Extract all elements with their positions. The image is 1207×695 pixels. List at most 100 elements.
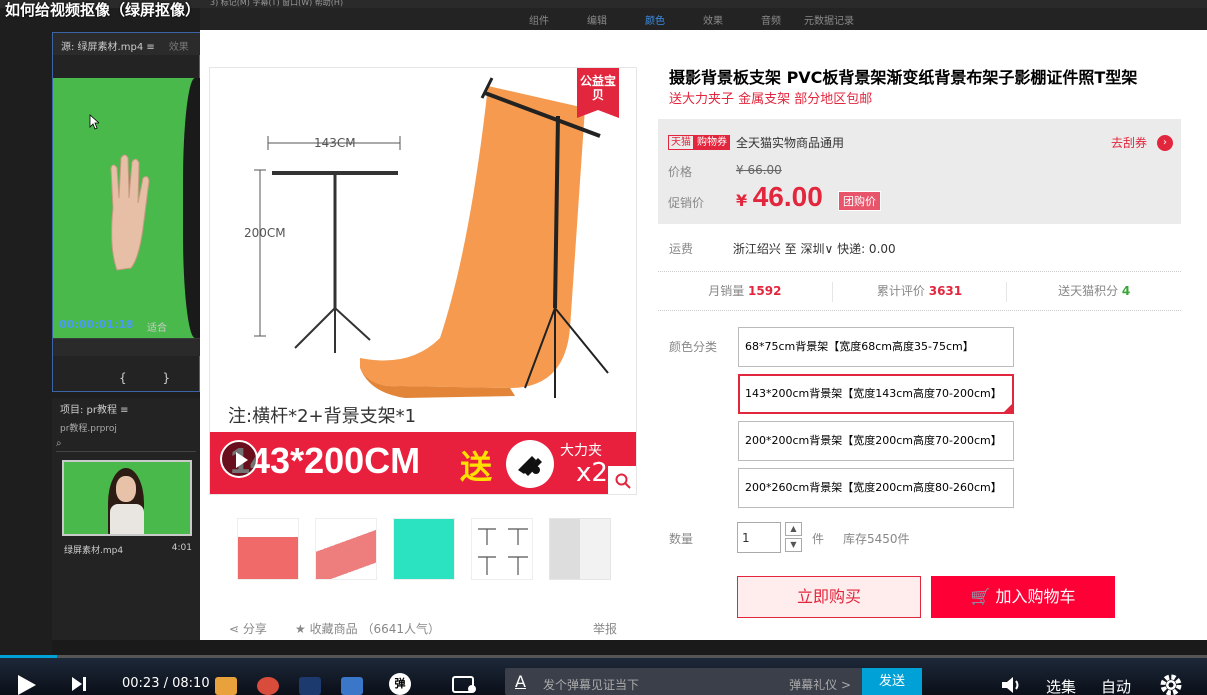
monthly-sales: 月销量 1592 bbox=[658, 282, 832, 302]
danmaku-etiquette-link[interactable]: 弹幕礼仪 > bbox=[789, 676, 851, 693]
reviews[interactable]: 累计评价 3631 bbox=[831, 282, 1007, 302]
thumbnail-2[interactable] bbox=[315, 518, 377, 580]
thumbnail-3[interactable] bbox=[393, 518, 455, 580]
tab-effects[interactable]: 效果 bbox=[684, 12, 742, 27]
project-tab[interactable]: 项目: pr教程 ≡ bbox=[52, 398, 200, 419]
photoshop-icon[interactable] bbox=[299, 677, 321, 695]
danmaku-input[interactable]: A 发个弹幕见证当下 弹幕礼仪 > bbox=[505, 668, 863, 695]
product-subtitle: 送大力夹子 金属支架 部分地区包邮 bbox=[669, 92, 873, 107]
banner-qty: x2 bbox=[576, 458, 608, 488]
coupon-row: 天猫 购物券 全天猫实物商品通用 bbox=[668, 134, 844, 151]
promo-price-value: 46.00 bbox=[752, 181, 823, 212]
product-note: 注:横杆*2+背景支架*1 bbox=[228, 406, 417, 427]
source-monitor: 源: 绿屏素材.mp4 ≡ 效果 00:00:01:18 适合 { } {← bbox=[52, 32, 240, 392]
danmaku-settings-icon[interactable] bbox=[452, 675, 478, 695]
gear-icon[interactable] bbox=[1158, 672, 1184, 695]
source-fit-select[interactable]: 适合 bbox=[147, 319, 167, 334]
report-link[interactable]: 举报 bbox=[593, 620, 617, 637]
duration: 08:10 bbox=[172, 676, 210, 691]
charity-badge-label: 公益宝贝 bbox=[579, 74, 616, 102]
promo-currency: ¥ bbox=[736, 191, 748, 210]
add-to-cart-button[interactable]: 🛒 加入购物车 bbox=[931, 576, 1115, 618]
original-price: ¥ 66.00 bbox=[736, 163, 782, 177]
banner-size: 143*200CM bbox=[230, 440, 421, 481]
cart-icon: 🛒 bbox=[970, 587, 991, 606]
send-button[interactable]: 发送 bbox=[862, 668, 922, 695]
volume-icon[interactable] bbox=[1000, 675, 1022, 695]
buy-now-button[interactable]: 立即购买 bbox=[737, 576, 921, 618]
hair-graphic bbox=[183, 78, 201, 338]
sku-option[interactable]: 200*260cm背景架【宽度200cm高度80-260cm】 bbox=[738, 468, 1014, 508]
stand-illustration bbox=[254, 77, 609, 398]
get-coupon-link[interactable]: 去刮券 › bbox=[1111, 134, 1173, 151]
thumbnail-strip bbox=[237, 518, 611, 580]
effects-tab-label[interactable]: 效果 bbox=[169, 42, 189, 53]
points-value: 4 bbox=[1121, 284, 1131, 298]
sku-option[interactable]: 200*200cm背景架【宽度200cm高度70-200cm】 bbox=[738, 421, 1014, 461]
product-main-image[interactable]: 公益宝贝 143CM 200CM 注:横杆*2+背景支架*1 143*200CM… bbox=[209, 67, 637, 495]
reviews-label: 累计评价 bbox=[876, 284, 925, 298]
tab-audio[interactable]: 音频 bbox=[742, 12, 800, 27]
video-progress-bar[interactable] bbox=[0, 655, 1207, 658]
price-box: 天猫 购物券 全天猫实物商品通用 去刮券 › 价格 ¥ 66.00 促销价 ¥ … bbox=[658, 119, 1181, 224]
charity-badge: 公益宝贝 bbox=[577, 68, 619, 118]
thumbnail-4[interactable] bbox=[471, 518, 533, 580]
source-tab-label: 源: 绿屏素材.mp4 ≡ bbox=[61, 42, 155, 53]
source-time-ruler[interactable] bbox=[53, 338, 201, 356]
divider bbox=[658, 271, 1181, 272]
height-dimension: 200CM bbox=[244, 226, 286, 240]
promo-label: 促销价 bbox=[668, 196, 705, 210]
project-panel: 项目: pr教程 ≡ pr教程.prproj ⌕ 绿屏素材.mp4 4:01 bbox=[52, 398, 200, 653]
share-label: 分享 bbox=[242, 622, 267, 636]
project-search[interactable]: ⌕ bbox=[56, 438, 196, 452]
monthly-sales-value: 1592 bbox=[748, 284, 782, 298]
stand-grid-graphic bbox=[478, 528, 528, 575]
danmaku-toggle-button[interactable]: 弹 bbox=[389, 673, 411, 695]
screen: 3) 标记(M) 字幕(T) 窗口(W) 帮助(H) 组件 编辑 颜色 效果 音… bbox=[0, 0, 1207, 695]
tab-metadata[interactable]: 元数据记录 bbox=[800, 12, 858, 27]
window-icon[interactable] bbox=[341, 677, 363, 695]
banner-send: 送 bbox=[460, 448, 493, 486]
cursor-icon bbox=[89, 114, 99, 130]
video-play-icon[interactable] bbox=[220, 440, 258, 478]
sku-option-selected[interactable]: 143*200cm背景架【宽度143cm高度70-200cm】 bbox=[738, 374, 1014, 414]
source-timecode[interactable]: 00:00:01:18 bbox=[59, 318, 133, 331]
shipping-row: 运费 浙江绍兴 至 深圳∨ 快递: 0.00 bbox=[669, 240, 896, 257]
clip-thumbnail[interactable] bbox=[62, 460, 192, 536]
clip-duration: 4:01 bbox=[171, 543, 192, 553]
color-label: 颜色分类 bbox=[669, 340, 718, 354]
favorite-label: 收藏商品 bbox=[309, 622, 358, 636]
divider bbox=[658, 310, 1181, 311]
zoom-icon[interactable] bbox=[608, 466, 636, 494]
points-label: 送天猫积分 bbox=[1058, 284, 1119, 298]
project-file: pr教程.prproj bbox=[60, 424, 117, 434]
quantity-input[interactable]: 1 bbox=[737, 522, 781, 553]
qty-increase-button[interactable]: ▲ bbox=[785, 522, 802, 536]
source-tab[interactable]: 源: 绿屏素材.mp4 ≡ 效果 bbox=[53, 33, 201, 55]
search-icon: ⌕ bbox=[56, 438, 62, 449]
qty-decrease-button[interactable]: ▼ bbox=[785, 538, 802, 552]
share-link[interactable]: ⋖ 分享 bbox=[229, 620, 267, 637]
tab-components[interactable]: 组件 bbox=[510, 12, 568, 27]
next-icon[interactable] bbox=[70, 675, 88, 693]
person-body-graphic bbox=[110, 504, 144, 534]
hand-graphic bbox=[110, 154, 150, 271]
tab-edit[interactable]: 编辑 bbox=[568, 12, 626, 27]
qty-label: 数量 bbox=[669, 532, 694, 546]
video-progress-fill bbox=[0, 655, 57, 658]
sku-option[interactable]: 68*75cm背景架【宽度68cm高度35-75cm】 bbox=[738, 327, 1014, 367]
favorite-link[interactable]: ★ 收藏商品 （6641人气） bbox=[295, 620, 440, 637]
thumbnail-1[interactable] bbox=[237, 518, 299, 580]
stats-row: 月销量 1592 累计评价 3631 送天猫积分 4 bbox=[658, 282, 1181, 302]
monthly-sales-label: 月销量 bbox=[708, 284, 745, 298]
clamp-icon bbox=[506, 440, 554, 488]
danmaku-style-icon[interactable]: A bbox=[515, 672, 526, 691]
chrome-icon[interactable] bbox=[257, 677, 279, 695]
episode-select-button[interactable]: 选集 bbox=[1046, 676, 1076, 695]
play-icon[interactable] bbox=[18, 675, 36, 695]
tab-color[interactable]: 颜色 bbox=[626, 12, 684, 27]
thumbnail-5[interactable] bbox=[549, 518, 611, 580]
autoplay-button[interactable]: 自动 bbox=[1101, 676, 1131, 695]
shipping-text[interactable]: 浙江绍兴 至 深圳∨ 快递: 0.00 bbox=[733, 242, 896, 256]
app-icon[interactable] bbox=[215, 677, 237, 695]
